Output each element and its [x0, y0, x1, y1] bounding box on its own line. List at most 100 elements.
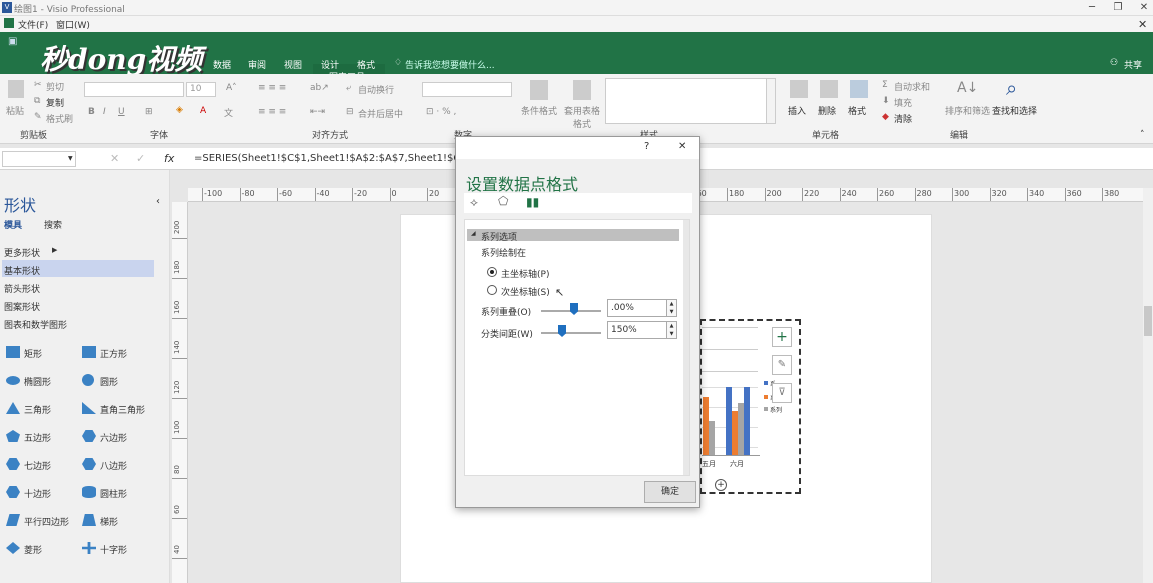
autosum-button[interactable]: 自动求和: [894, 80, 930, 93]
table-format-button[interactable]: 套用表格格式: [562, 104, 602, 130]
format-painter-button[interactable]: 格式刷: [46, 112, 73, 125]
tab-search[interactable]: 搜索: [44, 218, 62, 231]
shape-label[interactable]: 圆形: [100, 375, 118, 388]
tab-format[interactable]: 格式: [357, 58, 375, 71]
category-basic-shapes[interactable]: 基本形状: [4, 264, 40, 277]
section-collapse-icon[interactable]: ◢: [471, 230, 476, 237]
tab-stencils[interactable]: 模具: [4, 218, 22, 231]
shape-label[interactable]: 正方形: [100, 347, 127, 360]
tri-shape-icon[interactable]: [6, 402, 20, 414]
chart-bar[interactable]: [744, 387, 750, 455]
fill-line-tab-icon[interactable]: ⟡: [470, 195, 478, 210]
tab-view[interactable]: 视图: [284, 58, 302, 71]
shape-label[interactable]: 三角形: [24, 403, 51, 416]
align-top-icon[interactable]: ≡ ≡ ≡: [258, 83, 286, 93]
font-color-icon[interactable]: A: [200, 106, 206, 116]
italic-icon[interactable]: I: [103, 107, 106, 117]
options-scrollbar[interactable]: [683, 220, 689, 475]
close-doc-icon[interactable]: ✕: [1138, 18, 1147, 31]
add-circle-icon[interactable]: +: [715, 479, 727, 491]
rtri-shape-icon[interactable]: [82, 402, 96, 414]
delete-button[interactable]: 删除: [818, 104, 836, 117]
gap-width-slider[interactable]: [541, 332, 601, 334]
insert-button[interactable]: 插入: [788, 104, 806, 117]
formula-input[interactable]: =SERIES(Sheet1!$C$1,Sheet1!$A$2:$A$7,She…: [194, 153, 496, 164]
square-shape-icon[interactable]: [82, 346, 96, 358]
currency-icon[interactable]: ⊡ · % ,: [426, 107, 456, 117]
shape-label[interactable]: 椭圆形: [24, 375, 51, 388]
series-overlap-input[interactable]: .00% ▲ ▼: [607, 299, 677, 317]
spin-up-down-icon[interactable]: ▲ ▼: [666, 300, 676, 316]
more-shapes[interactable]: 更多形状: [4, 246, 40, 259]
shape-label[interactable]: 十字形: [100, 543, 127, 556]
shape-label[interactable]: 平行四边形: [24, 515, 69, 528]
series-options-tab-icon[interactable]: ▮▮: [526, 195, 539, 209]
menu-window[interactable]: 窗口(W): [56, 18, 90, 31]
close-window-button[interactable]: ✕: [1132, 0, 1153, 16]
fill-color-icon[interactable]: ◈: [176, 105, 183, 115]
secondary-axis-label[interactable]: 次坐标轴(S): [501, 285, 550, 298]
hept-shape-icon[interactable]: [6, 458, 20, 470]
gap-width-input[interactable]: 150% ▲ ▼: [607, 321, 677, 339]
spin-up-down-icon[interactable]: ▲ ▼: [666, 322, 676, 338]
gap-width-thumb[interactable]: [558, 325, 566, 337]
hex-shape-icon[interactable]: [82, 430, 96, 442]
shape-label[interactable]: 矩形: [24, 347, 42, 360]
shape-label[interactable]: 菱形: [24, 543, 42, 556]
shape-label[interactable]: 六边形: [100, 431, 127, 444]
close-dialog-button[interactable]: ✕: [678, 141, 686, 152]
save-icon[interactable]: ▣: [8, 36, 17, 47]
secondary-axis-radio[interactable]: [487, 285, 497, 295]
chart-styles-brush-icon[interactable]: ✎: [772, 355, 792, 375]
tab-data[interactable]: 数据: [213, 58, 231, 71]
embedded-chart[interactable]: 五月 六月 系 系 系列 + ✎ ⊽ +: [700, 319, 801, 494]
fill-button[interactable]: 填充: [894, 96, 912, 109]
maximize-button[interactable]: ❐: [1106, 0, 1130, 16]
sort-filter-button[interactable]: 排序和筛选: [945, 104, 990, 117]
rect-shape-icon[interactable]: [6, 346, 20, 358]
paste-button[interactable]: 粘贴: [6, 104, 24, 117]
phonetic-icon[interactable]: 文: [224, 106, 233, 119]
orientation-icon[interactable]: ab↗: [310, 83, 329, 93]
enter-icon[interactable]: ✓: [136, 152, 145, 165]
trap-shape-icon[interactable]: [82, 514, 96, 526]
primary-axis-label[interactable]: 主坐标轴(P): [501, 267, 549, 280]
cross-shape-icon[interactable]: [82, 542, 96, 554]
cyl-shape-icon[interactable]: [82, 486, 96, 498]
ok-button[interactable]: 确定: [644, 481, 696, 503]
align-left-icon[interactable]: ≡ ≡ ≡: [258, 107, 286, 117]
ellipse-shape-icon[interactable]: [6, 376, 20, 385]
font-name-select[interactable]: [84, 82, 184, 97]
gallery-scroll[interactable]: [766, 78, 776, 124]
shape-label[interactable]: 八边形: [100, 459, 127, 472]
category-arrow-shapes[interactable]: 箭头形状: [4, 282, 40, 295]
dec-shape-icon[interactable]: [6, 486, 20, 498]
shape-label[interactable]: 十边形: [24, 487, 51, 500]
primary-axis-radio[interactable]: [487, 267, 497, 277]
pent-shape-icon[interactable]: [6, 430, 20, 442]
collapse-panel-icon[interactable]: ‹: [156, 196, 160, 207]
vertical-scrollbar[interactable]: [1143, 188, 1153, 583]
shape-label[interactable]: 梯形: [100, 515, 118, 528]
chart-bar[interactable]: [709, 421, 715, 455]
number-format-select[interactable]: [422, 82, 512, 97]
category-pattern-shapes[interactable]: 图案形状: [4, 300, 40, 313]
underline-icon[interactable]: U: [118, 107, 125, 117]
format-button[interactable]: 格式: [848, 104, 866, 117]
grow-font-icon[interactable]: A˄: [226, 83, 237, 93]
name-box[interactable]: [2, 151, 76, 167]
font-size-select[interactable]: 10: [186, 82, 216, 97]
menu-file[interactable]: 文件(F): [18, 18, 48, 31]
oct-shape-icon[interactable]: [82, 458, 96, 470]
para-shape-icon[interactable]: [6, 514, 20, 526]
shape-label[interactable]: 七边形: [24, 459, 51, 472]
clear-button[interactable]: 清除: [894, 112, 912, 125]
shape-label[interactable]: 五边形: [24, 431, 51, 444]
border-icon[interactable]: ⊞: [145, 107, 153, 117]
category-chart-math[interactable]: 图表和数学图形: [4, 318, 67, 331]
indent-icon[interactable]: ⇤⇥: [310, 107, 325, 117]
diam-shape-icon[interactable]: [6, 542, 20, 554]
tab-review[interactable]: 审阅: [248, 58, 266, 71]
cell-styles-gallery[interactable]: [605, 78, 767, 124]
cut-button[interactable]: 剪切: [46, 80, 64, 93]
